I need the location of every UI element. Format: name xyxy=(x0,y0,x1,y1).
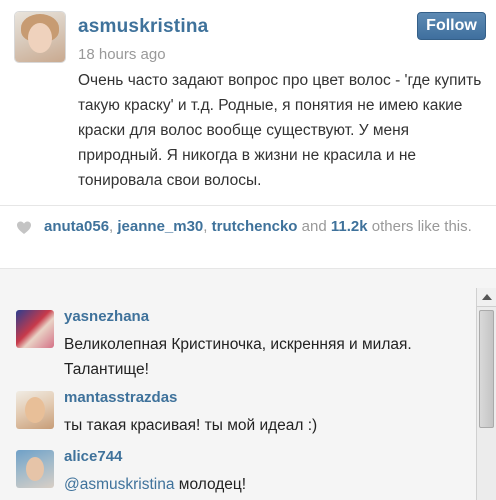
commenter-avatar[interactable] xyxy=(16,450,54,488)
comments-list: yasnezhana Великолепная Кристиночка, иск… xyxy=(0,269,476,500)
commenter-username[interactable]: yasnezhana xyxy=(64,308,149,325)
scrollbar-thumb[interactable] xyxy=(479,310,494,428)
scroll-up-arrow-icon[interactable] xyxy=(477,288,496,307)
avatar-face xyxy=(26,457,44,481)
likes-row: anuta056, jeanne_m30, trutchencko and 11… xyxy=(0,206,496,268)
likes-and-text: and xyxy=(297,218,331,235)
avatar-face xyxy=(25,397,45,423)
comment-text-rest: молодец! xyxy=(174,476,247,493)
likes-count[interactable]: 11.2k xyxy=(331,218,368,235)
comment-text: Великолепная Кристиночка, искренняя и ми… xyxy=(64,336,412,378)
likes-summary: anuta056, jeanne_m30, trutchencko and 11… xyxy=(44,216,484,238)
post-header: asmuskristina Follow 18 hours ago Очень … xyxy=(0,0,496,205)
commenter-username[interactable]: mantasstrazdas xyxy=(64,389,177,406)
liker-link[interactable]: anuta056 xyxy=(44,218,109,235)
post-timestamp[interactable]: 18 hours ago xyxy=(78,46,166,63)
liker-link[interactable]: jeanne_m30 xyxy=(117,218,203,235)
scrollbar-gap xyxy=(476,269,496,288)
commenter-avatar[interactable] xyxy=(16,391,54,429)
comment-mention[interactable]: @asmuskristina xyxy=(64,476,174,493)
comment-text: @asmuskristina молодец! xyxy=(64,472,469,497)
avatar-face xyxy=(28,23,52,53)
commenter-username[interactable]: alice744 xyxy=(64,448,122,465)
author-avatar[interactable] xyxy=(15,12,65,62)
commenter-avatar[interactable] xyxy=(16,310,54,348)
comments-scrollbar[interactable] xyxy=(476,288,496,500)
comment-text: ты такая красивая! ты мой идеал :) xyxy=(64,417,318,434)
likes-suffix: others like this. xyxy=(367,218,472,235)
liker-link[interactable]: trutchencko xyxy=(212,218,298,235)
liker-separator: , xyxy=(203,218,212,235)
heart-icon[interactable] xyxy=(16,220,32,236)
post-caption: Очень часто задают вопрос про цвет волос… xyxy=(78,72,482,189)
author-username[interactable]: asmuskristina xyxy=(78,16,208,38)
follow-button[interactable]: Follow xyxy=(417,12,486,40)
